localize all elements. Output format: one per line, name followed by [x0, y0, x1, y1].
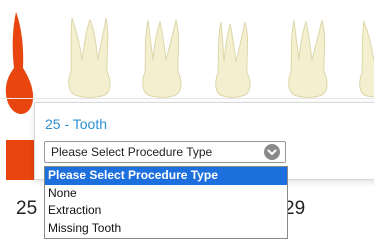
popup-title: 25 - Tooth [45, 116, 108, 132]
option-none[interactable]: None [45, 185, 287, 203]
tooth-28[interactable] [208, 10, 256, 100]
chevron-down-icon[interactable] [264, 144, 280, 160]
procedure-type-dropdown: Please Select Procedure Type None Extrac… [44, 166, 288, 239]
option-extraction[interactable]: Extraction [45, 202, 287, 220]
tooth-number-25: 25 [16, 198, 38, 219]
procedure-type-select[interactable]: Please Select Procedure Type [44, 141, 286, 163]
option-please-select[interactable]: Please Select Procedure Type [45, 167, 287, 185]
selected-tooth-marker [6, 140, 36, 180]
tooth-27[interactable] [136, 10, 186, 100]
procedure-type-select-value: Please Select Procedure Type [51, 145, 213, 159]
tooth-29[interactable] [282, 10, 332, 100]
option-missing-tooth[interactable]: Missing Tooth [45, 220, 287, 238]
tooth-chart-panel: 25 29 25 - Tooth Please Select Procedure… [0, 0, 374, 242]
tooth-26[interactable] [62, 10, 116, 100]
tooth-30[interactable] [352, 10, 374, 100]
chart-divider [0, 98, 374, 99]
tooth-25-selected[interactable] [2, 10, 36, 118]
